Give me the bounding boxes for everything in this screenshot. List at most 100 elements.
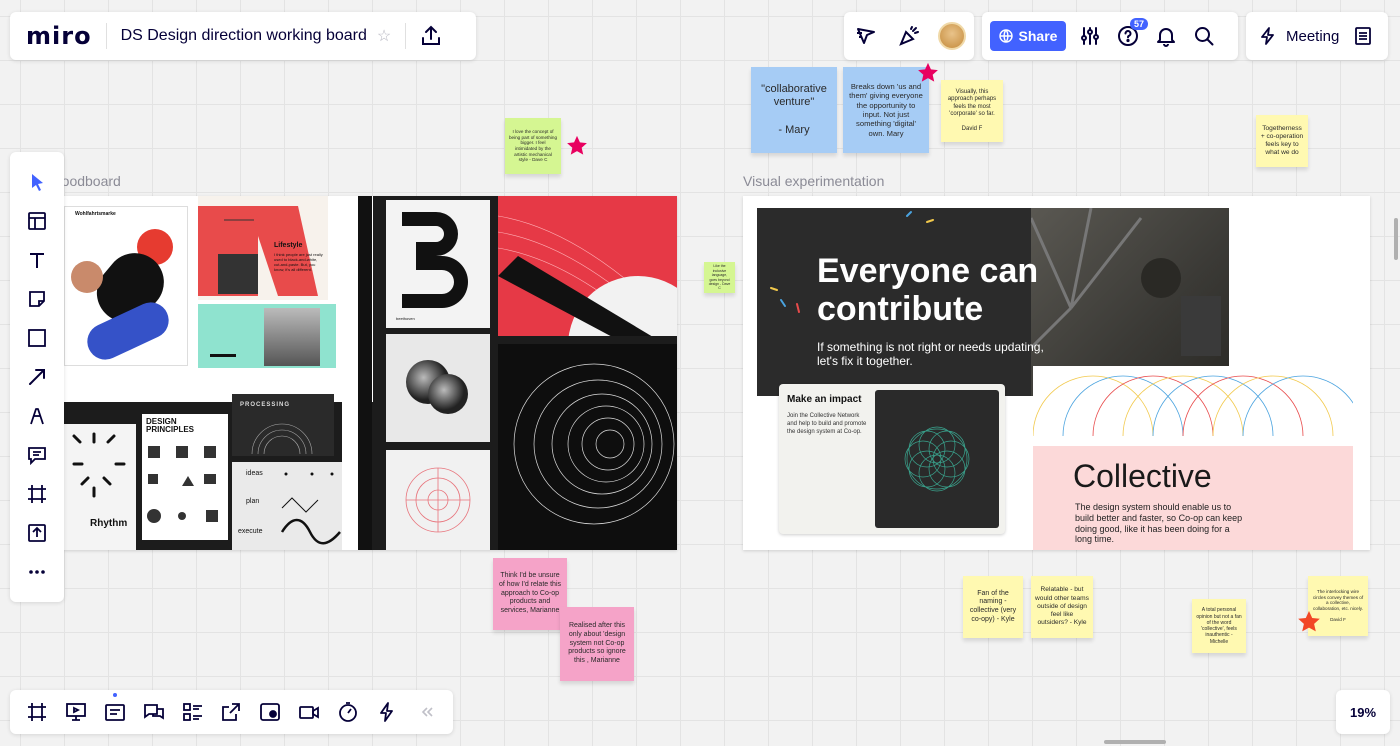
- comment-icon[interactable]: [25, 443, 49, 467]
- lightning-icon[interactable]: [1258, 26, 1278, 46]
- sticky-note[interactable]: Realised after this only about 'design s…: [560, 607, 634, 681]
- vertical-scrollbar[interactable]: [1394, 218, 1398, 260]
- user-avatar[interactable]: [938, 22, 967, 50]
- spiral-graphic: [513, 363, 675, 525]
- sticky-note[interactable]: Think I'd be unsure of how I'd relate th…: [493, 558, 567, 630]
- sketch-word-ideas: ideas: [246, 470, 263, 477]
- celebrate-icon[interactable]: [895, 22, 923, 50]
- sticky-note[interactable]: Fan of the naming - collective (very co-…: [963, 576, 1023, 638]
- make-an-impact-text: Join the Collective Network and help to …: [787, 413, 867, 436]
- processing-label: PROCESSING: [240, 402, 291, 408]
- presentation-icon[interactable]: [63, 699, 89, 725]
- help-badge: 57: [1129, 18, 1148, 30]
- sketch-word-execute: execute: [238, 528, 263, 535]
- collaboration-bar: [844, 12, 974, 60]
- star-reaction-icon[interactable]: [566, 135, 588, 157]
- help-icon[interactable]: 57: [1114, 18, 1148, 50]
- divider: [105, 23, 107, 49]
- everyone-heading-line1: Everyone can: [817, 252, 1039, 290]
- b-letter-graphic: [402, 212, 468, 308]
- moodboard-frame[interactable]: Wohlfahrtsmarke Lifestyle I think people…: [64, 196, 677, 550]
- red-swirl-graphic: [498, 215, 677, 336]
- star-reaction-icon[interactable]: [917, 62, 939, 84]
- board-list-icon[interactable]: [180, 699, 206, 725]
- mood-tile-processing[interactable]: PROCESSING: [232, 394, 334, 456]
- frame-icon[interactable]: [25, 482, 49, 506]
- visual-frame-label[interactable]: Visual experimentation: [743, 173, 884, 189]
- mood-tile-spiral[interactable]: [498, 344, 677, 550]
- everyone-heading-line2: contribute: [817, 290, 984, 329]
- star-icon[interactable]: ☆: [377, 26, 391, 46]
- design-principles-title: DESIGN PRINCIPLES: [146, 417, 195, 434]
- zoom-level[interactable]: 19%: [1336, 690, 1390, 734]
- sticky-note[interactable]: Like the inclusive language, goes beyond…: [704, 262, 735, 293]
- sticky-note[interactable]: Togetherness + co-operation feels key to…: [1256, 115, 1308, 167]
- chat-icon[interactable]: [141, 699, 167, 725]
- sticky-note[interactable]: I love the concept of being part of some…: [505, 118, 561, 174]
- sticky-note[interactable]: A total personal opinion but not a fan o…: [1192, 599, 1246, 653]
- notifications-bell-icon[interactable]: [1152, 22, 1180, 50]
- upload-icon[interactable]: [25, 521, 49, 545]
- divider: [405, 23, 407, 49]
- text-icon[interactable]: [25, 248, 49, 272]
- share-screen-icon[interactable]: [219, 699, 245, 725]
- make-an-impact-card[interactable]: Make an impact Join the Collective Netwo…: [779, 384, 1005, 534]
- notes-list-icon[interactable]: [1353, 26, 1373, 46]
- rhythm-marks: [72, 432, 126, 498]
- notes-icon[interactable]: [102, 693, 128, 725]
- pen-icon[interactable]: [25, 404, 49, 428]
- mood-tile-stamp-poster[interactable]: Wohlfahrtsmarke: [64, 206, 188, 366]
- meeting-button[interactable]: Meeting: [1286, 28, 1339, 45]
- sticky-note[interactable]: Visually, this approach perhaps feels th…: [941, 80, 1003, 142]
- video-chat-icon[interactable]: [257, 699, 283, 725]
- sketch-word-plan: plan: [246, 498, 260, 505]
- b-caption: beethoven: [396, 316, 415, 321]
- mood-tile-ideas-plan[interactable]: ideas plan execute: [232, 462, 348, 550]
- miro-logo[interactable]: miro: [26, 22, 92, 50]
- sticky-note-icon[interactable]: [25, 287, 49, 311]
- stamp-poster-image: [71, 229, 173, 360]
- globe-icon: [998, 29, 1013, 43]
- shape-icon[interactable]: [25, 326, 49, 350]
- apps-icon[interactable]: [374, 699, 400, 725]
- 3d-shapes-graphic: [406, 360, 468, 414]
- select-cursor-icon[interactable]: [25, 170, 49, 194]
- mood-tile-design-principles[interactable]: DESIGN PRINCIPLES: [142, 414, 228, 540]
- timer-icon[interactable]: [335, 699, 361, 725]
- horizontal-scrollbar[interactable]: [1104, 740, 1166, 744]
- sticky-note[interactable]: "collaborative venture" - Mary: [751, 67, 837, 153]
- mood-tile-3d-shapes[interactable]: [386, 334, 490, 442]
- settings-sliders-icon[interactable]: [1076, 22, 1104, 50]
- lifestyle-title: Lifestyle: [274, 242, 303, 249]
- collective-arcs: [1033, 366, 1353, 446]
- templates-icon[interactable]: [25, 209, 49, 233]
- share-button[interactable]: Share: [990, 21, 1066, 51]
- frames-icon[interactable]: [24, 699, 50, 725]
- mood-tile-lifestyle[interactable]: Lifestyle I think people are just really…: [198, 196, 328, 300]
- meeting-bar: Meeting: [1246, 12, 1388, 60]
- more-icon[interactable]: [25, 560, 49, 584]
- make-an-impact-title: Make an impact: [787, 394, 862, 405]
- visual-experimentation-frame[interactable]: Everyone can contribute If something is …: [743, 196, 1370, 550]
- sticky-note[interactable]: Relatable - but would other teams outsid…: [1031, 576, 1093, 638]
- collective-panel[interactable]: Collective The design system should enab…: [1033, 366, 1353, 550]
- left-toolbar: [10, 152, 64, 602]
- bottom-toolbar: [10, 690, 453, 734]
- mood-tile-rhythm[interactable]: Rhythm: [64, 424, 136, 550]
- mood-tile-pink-rings[interactable]: [386, 450, 490, 550]
- search-icon[interactable]: [1190, 22, 1218, 50]
- mood-tile-red-swirl[interactable]: [498, 196, 677, 336]
- mood-tile-mint[interactable]: [198, 304, 336, 368]
- arrow-icon[interactable]: [25, 365, 49, 389]
- board-title[interactable]: DS Design direction working board: [121, 27, 367, 45]
- share-label: Share: [1018, 28, 1058, 44]
- collective-text: The design system should enable us to bu…: [1075, 502, 1243, 545]
- mood-tile-b-letter[interactable]: beethoven: [386, 200, 490, 328]
- cursor-follow-icon[interactable]: [852, 22, 880, 50]
- export-icon[interactable]: [420, 25, 442, 47]
- notes-indicator: [112, 693, 117, 697]
- star-reaction-icon[interactable]: [1297, 610, 1321, 634]
- tools-bar: Share 57: [982, 12, 1238, 60]
- video-icon[interactable]: [296, 699, 322, 725]
- collapse-icon[interactable]: [413, 699, 439, 725]
